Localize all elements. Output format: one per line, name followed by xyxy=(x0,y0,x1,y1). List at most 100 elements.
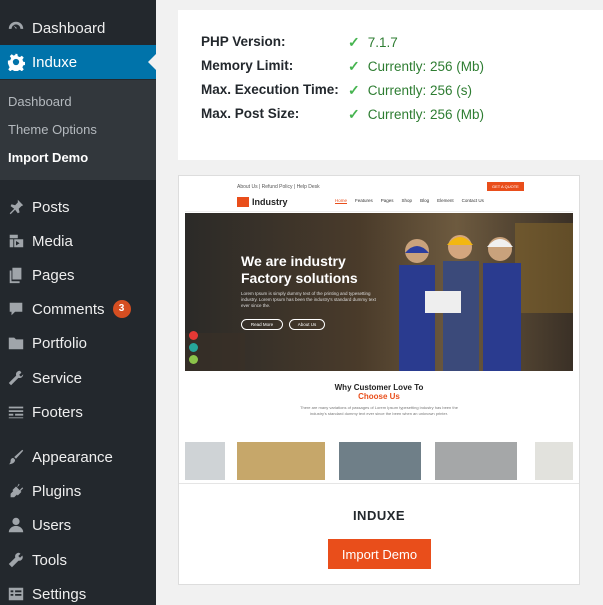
preview-thumbnail xyxy=(237,442,325,480)
menu-plugins[interactable]: Plugins xyxy=(0,474,156,508)
why-subtitle: Choose Us xyxy=(358,392,400,401)
menu-pages[interactable]: Pages xyxy=(0,258,156,292)
demo-preview-image: About Us | Refund Policy | Help Desk GET… xyxy=(185,180,573,480)
demo-card-footer: INDUXE Import Demo xyxy=(179,483,579,585)
menu-label: Pages xyxy=(32,266,75,284)
value-text: Currently: 256 (s) xyxy=(367,83,473,98)
preview-nav-item: Contact Us xyxy=(461,198,484,203)
preview-topbar-links: About Us | Refund Policy | Help Desk xyxy=(237,184,320,190)
menu-label: Appearance xyxy=(32,448,113,466)
why-text: There are many variations of passages of… xyxy=(300,405,458,416)
preview-topbar: About Us | Refund Policy | Help Desk GET… xyxy=(185,180,573,194)
menu-label: Footers xyxy=(32,403,83,421)
social-icon xyxy=(189,343,198,352)
memory-limit-label: Memory Limit: xyxy=(201,58,294,73)
social-icon xyxy=(189,331,198,340)
wrench-icon xyxy=(0,369,32,387)
import-demo-button[interactable]: Import Demo xyxy=(328,539,431,569)
preview-nav-items: Home Features Pages Shop Blog Element Co… xyxy=(335,198,492,204)
preview-nav-item: Home xyxy=(335,198,348,204)
gear-icon xyxy=(0,53,32,71)
preview-nav-item: Shop xyxy=(401,198,413,203)
brush-icon xyxy=(0,448,32,466)
pages-icon xyxy=(0,266,32,284)
comment-icon xyxy=(0,300,32,318)
theme-name: INDUXE xyxy=(352,508,406,523)
preview-nav: Industry Home Features Pages Shop Blog E… xyxy=(185,194,573,212)
hero-title-line-2: Factory solutions xyxy=(241,270,358,286)
why-title: Why Customer Love To xyxy=(334,383,424,392)
preview-thumbnail xyxy=(535,442,573,480)
logo-mark xyxy=(237,197,249,207)
menu-label: Service xyxy=(32,369,83,387)
memory-limit-value: ✓ Currently: 256 (Mb) xyxy=(348,58,484,75)
preview-quote-button: GET A QUOTE xyxy=(487,182,524,191)
preview-nav-item: Features xyxy=(355,198,373,203)
hero-title-line-1: We are industry xyxy=(241,253,346,269)
folder-icon xyxy=(0,334,32,352)
settings-icon xyxy=(0,585,32,603)
tools-icon xyxy=(0,551,32,569)
submenu-import-demo[interactable]: Import Demo xyxy=(8,150,88,165)
menu-portfolio[interactable]: Portfolio xyxy=(0,326,156,360)
check-icon: ✓ xyxy=(348,34,360,50)
menu-induxe[interactable]: Induxe xyxy=(0,45,156,79)
media-icon xyxy=(0,232,32,250)
menu-label: Media xyxy=(32,232,73,250)
menu-label: Plugins xyxy=(32,482,82,500)
preview-thumbnail xyxy=(185,442,225,480)
induxe-submenu: Dashboard Theme Options Import Demo xyxy=(0,80,156,180)
plugin-icon xyxy=(0,482,32,500)
preview-logo: Industry xyxy=(237,197,288,207)
max-post-size-label: Max. Post Size: xyxy=(201,106,300,121)
hero-text: Lorem Ipsum is simply dummy text of the … xyxy=(241,291,376,308)
php-version-label: PHP Version: xyxy=(201,34,286,49)
check-icon: ✓ xyxy=(348,82,360,98)
submenu-theme-options[interactable]: Theme Options xyxy=(8,122,97,137)
menu-service[interactable]: Service xyxy=(0,361,156,395)
footer-icon xyxy=(0,403,32,421)
menu-media[interactable]: Media xyxy=(0,224,156,258)
menu-appearance[interactable]: Appearance xyxy=(0,440,156,474)
menu-label: Posts xyxy=(32,198,70,216)
preview-nav-item: Blog xyxy=(420,198,430,203)
menu-dashboard[interactable]: Dashboard xyxy=(0,11,156,45)
comment-count-badge: 3 xyxy=(112,300,131,318)
preview-thumbnail xyxy=(339,442,421,480)
max-post-size-value: ✓ Currently: 256 (Mb) xyxy=(348,106,484,123)
menu-footers[interactable]: Footers xyxy=(0,395,156,429)
admin-sidebar: Dashboard Induxe Dashboard Theme Options… xyxy=(0,0,156,605)
logo-text: Industry xyxy=(252,197,288,207)
server-info-panel: PHP Version: ✓ 7.1.7 Memory Limit: ✓ Curre… xyxy=(178,10,603,160)
submenu-dashboard[interactable]: Dashboard xyxy=(8,94,72,109)
value-text: Currently: 256 (Mb) xyxy=(367,107,485,122)
hero-title: We are industry Factory solutions xyxy=(241,253,358,287)
max-execution-time-label: Max. Execution Time: xyxy=(201,82,339,97)
max-execution-time-value: ✓ Currently: 256 (s) xyxy=(348,82,472,99)
menu-comments[interactable]: Comments 3 xyxy=(0,292,156,326)
value-text: 7.1.7 xyxy=(367,35,398,50)
pin-icon xyxy=(0,198,32,216)
preview-nav-item: Pages xyxy=(380,198,394,203)
menu-tools[interactable]: Tools xyxy=(0,543,156,577)
check-icon: ✓ xyxy=(348,58,360,74)
user-icon xyxy=(0,516,32,534)
preview-hero: We are industry Factory solutions Lorem … xyxy=(185,213,573,371)
menu-label: Users xyxy=(32,516,72,534)
value-text: Currently: 256 (Mb) xyxy=(367,59,485,74)
menu-settings[interactable]: Settings xyxy=(0,577,156,605)
menu-label: Settings xyxy=(32,585,87,603)
social-icon xyxy=(189,355,198,364)
menu-posts[interactable]: Posts xyxy=(0,190,156,224)
preview-thumbnail xyxy=(435,442,517,480)
dashboard-icon xyxy=(0,19,32,37)
preview-why-section: Why Customer Love To Choose Us There are… xyxy=(185,375,573,417)
menu-label: Tools xyxy=(32,551,68,569)
menu-label: Comments xyxy=(32,300,105,318)
php-version-value: ✓ 7.1.7 xyxy=(348,34,398,51)
menu-users[interactable]: Users xyxy=(0,508,156,542)
preview-nav-item: Element xyxy=(437,198,454,203)
preview-about-button: About Us xyxy=(289,319,325,330)
menu-label: Portfolio xyxy=(32,334,88,352)
demo-card: About Us | Refund Policy | Help Desk GET… xyxy=(178,175,580,585)
